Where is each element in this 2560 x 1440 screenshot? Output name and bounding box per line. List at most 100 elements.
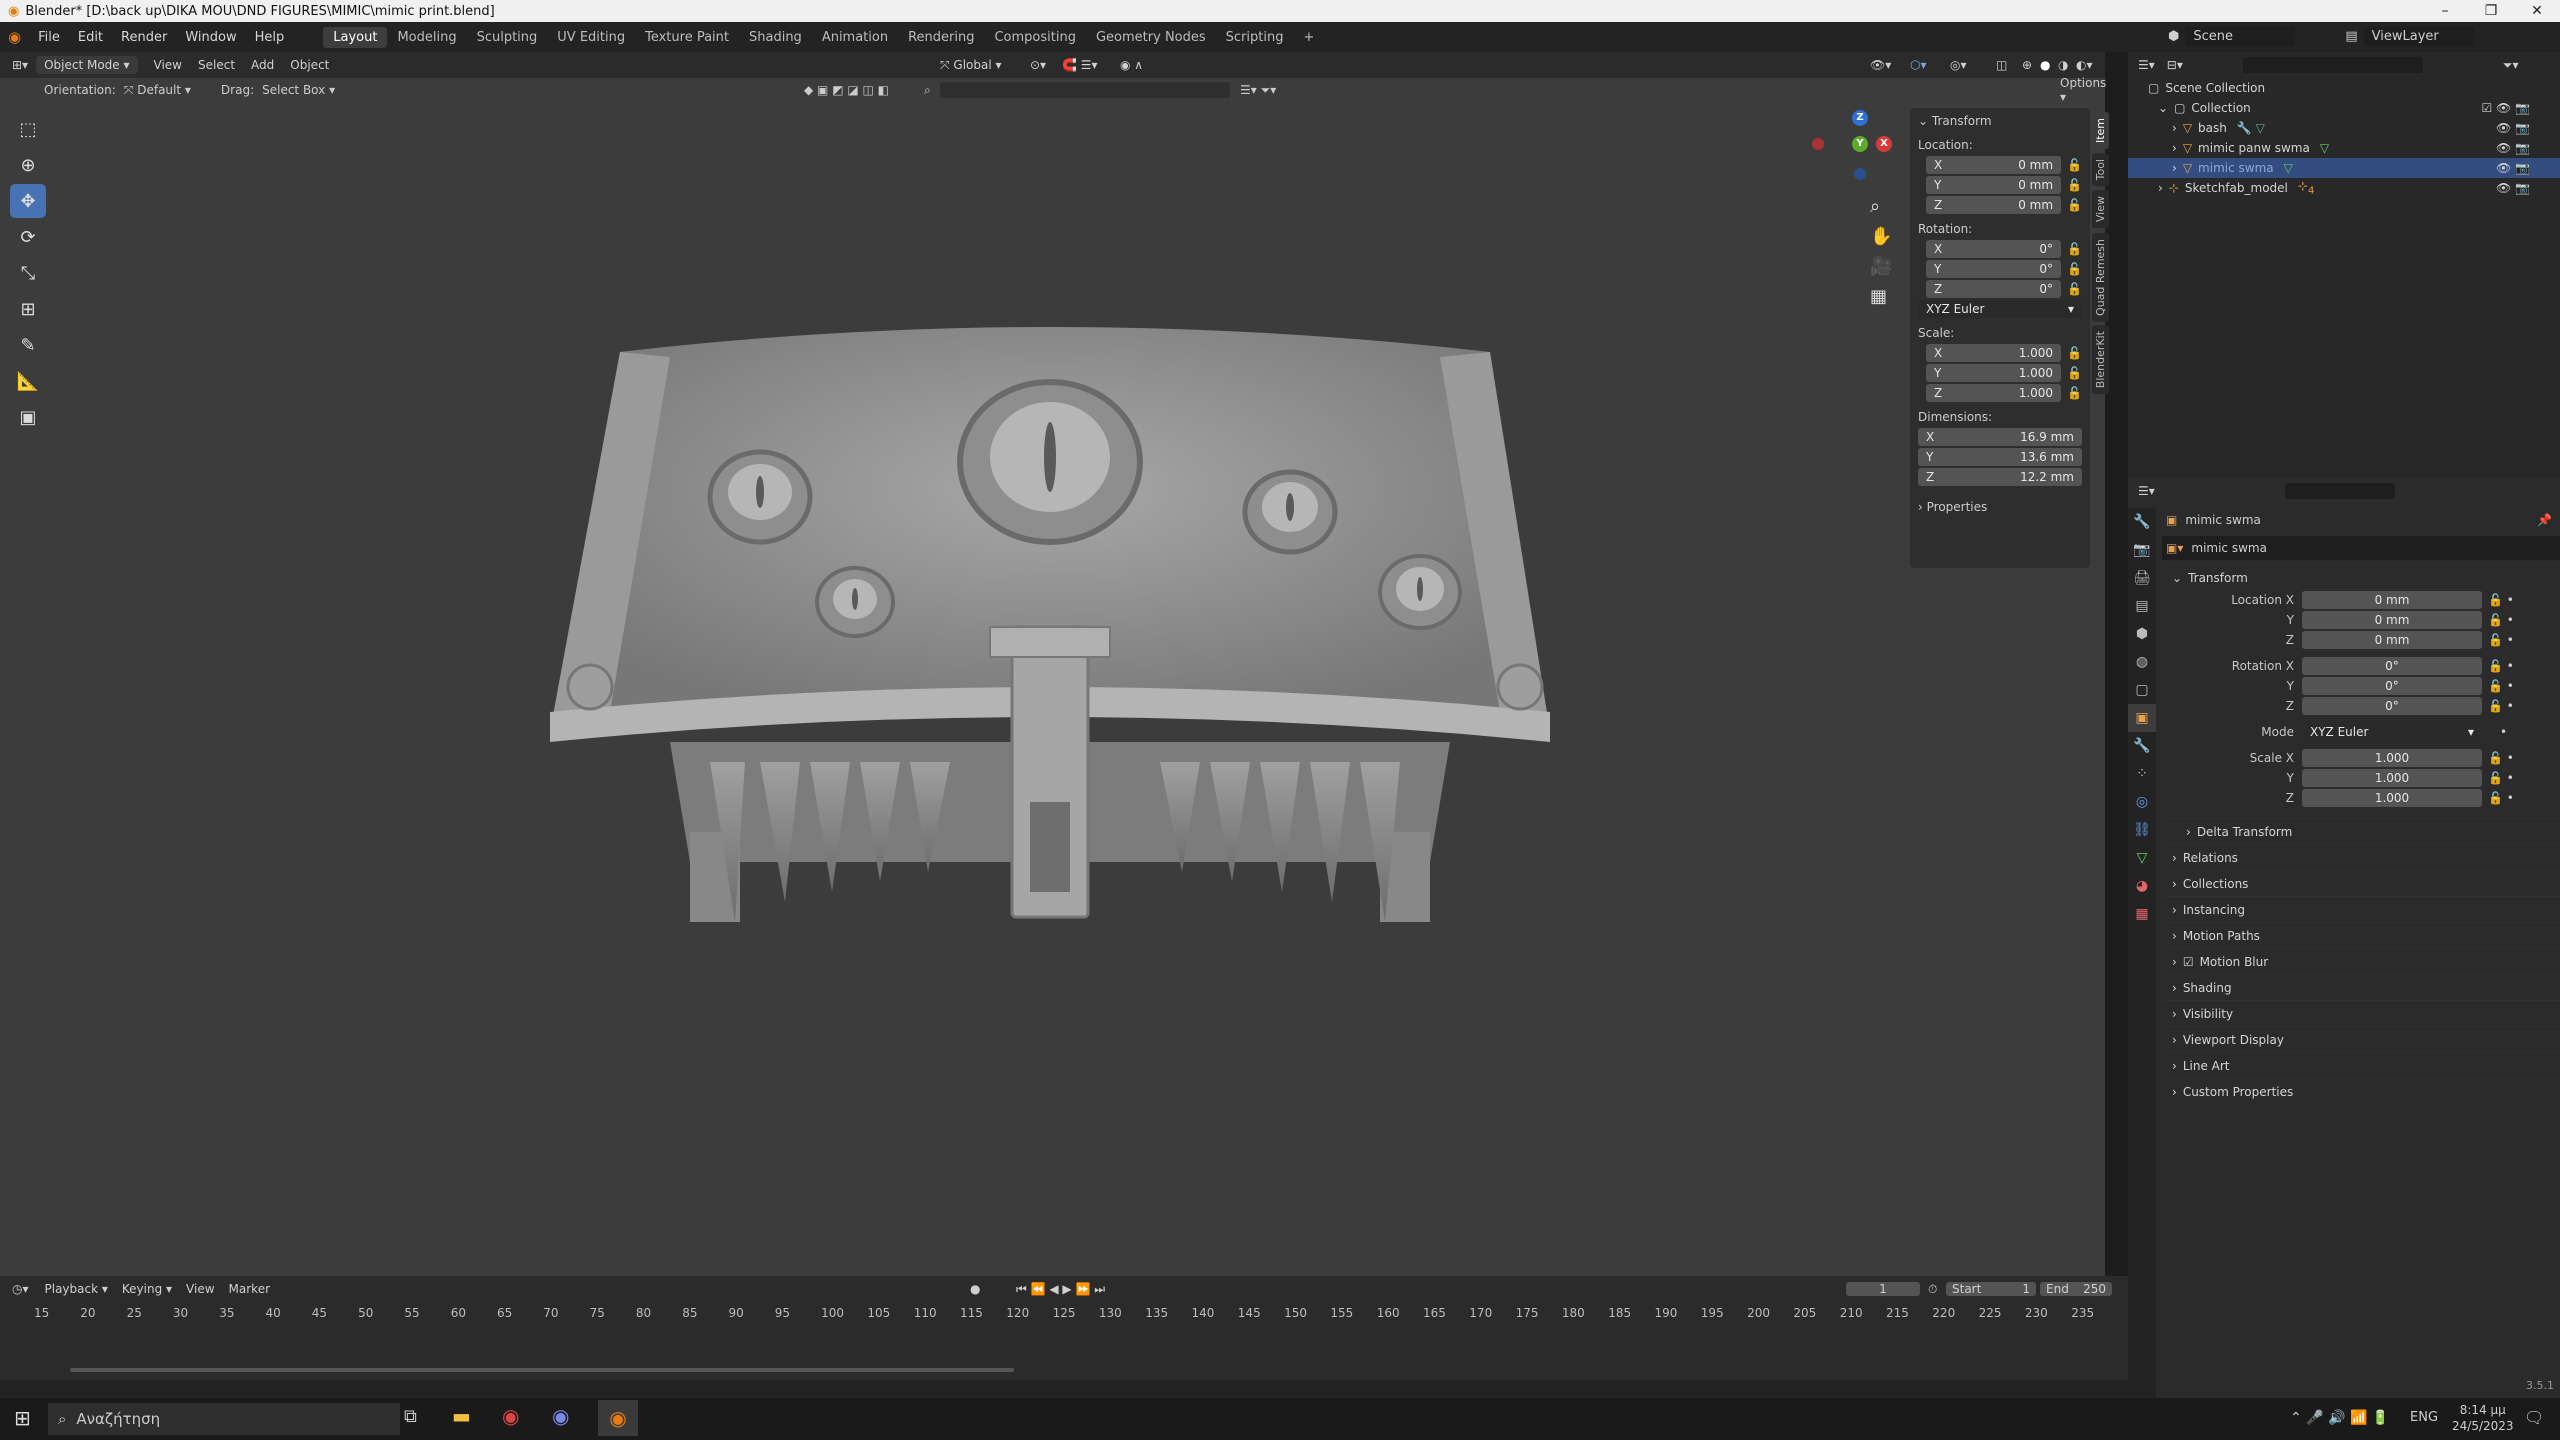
tab-texture-paint[interactable]: Texture Paint bbox=[635, 27, 739, 48]
menu-edit[interactable]: Edit bbox=[69, 30, 112, 45]
lock-icon[interactable]: 🔓 • bbox=[2488, 633, 2514, 647]
chrome-icon[interactable]: ◉ bbox=[502, 1404, 519, 1428]
custom-properties-header[interactable]: › Custom Properties bbox=[2162, 1078, 2560, 1104]
tree-row-sketchfab-model[interactable]: › ⊹ Sketchfab_model ⊹4 👁 📷 bbox=[2128, 178, 2560, 198]
close-button[interactable]: ✕ bbox=[2514, 0, 2560, 22]
lock-icon[interactable]: 🔓 • bbox=[2488, 593, 2514, 607]
menu-add[interactable]: Add bbox=[251, 58, 274, 72]
sidebar-tab-tool[interactable]: Tool bbox=[2092, 153, 2109, 187]
lock-icon[interactable]: 🔓 bbox=[2067, 158, 2082, 172]
motion-blur-header[interactable]: › ☑ Motion Blur bbox=[2162, 948, 2560, 974]
tab-geometry-nodes[interactable]: Geometry Nodes bbox=[1086, 27, 1216, 48]
location-x-field[interactable]: 0 mm bbox=[2302, 591, 2482, 609]
world-tab-icon[interactable]: ◍ bbox=[2128, 648, 2156, 676]
viewport-search-icon[interactable]: ⌕ bbox=[924, 83, 931, 98]
overlays-icon[interactable]: ◎▾ bbox=[1950, 58, 1967, 72]
scale-y-field[interactable]: 1.000 bbox=[2302, 769, 2482, 787]
delta-transform-header[interactable]: › Delta Transform bbox=[2162, 818, 2560, 844]
sidebar-tab-quad-remesh[interactable]: Quad Remesh bbox=[2092, 232, 2109, 322]
lock-icon[interactable]: 🔓 bbox=[2067, 346, 2082, 360]
rotate-tool-icon[interactable]: ⟳ bbox=[10, 220, 46, 254]
scene-name[interactable]: Scene bbox=[2185, 27, 2296, 46]
add-cube-tool-icon[interactable]: ▣ bbox=[10, 400, 46, 434]
rotation-x-field[interactable]: X 0° bbox=[1926, 240, 2062, 258]
system-tray-icons[interactable]: ⌃ 🎤 🔊 📶 🔋 bbox=[2290, 1410, 2389, 1426]
rotation-y-field[interactable]: 0° bbox=[2302, 677, 2482, 695]
annotate-tool-icon[interactable]: ✎ bbox=[10, 328, 46, 362]
tree-row-mimic-panw-swma[interactable]: › ▽ mimic panw swma ▽ 👁 📷 bbox=[2128, 138, 2560, 158]
rotation-mode-dropdown[interactable]: XYZ Euler ▾ bbox=[1918, 300, 2082, 318]
location-z-field[interactable]: 0 mm bbox=[2302, 631, 2482, 649]
notifications-icon[interactable]: 🗨 bbox=[2524, 1408, 2544, 1427]
viewport-display-header[interactable]: › Viewport Display bbox=[2162, 1026, 2560, 1052]
tab-rendering[interactable]: Rendering bbox=[898, 27, 984, 48]
lock-icon[interactable]: 🔓 • bbox=[2488, 613, 2514, 627]
visibility-icon[interactable]: 👁 📷 bbox=[2496, 141, 2530, 155]
rotation-z-field[interactable]: Z 0° bbox=[1926, 280, 2062, 298]
proportional-edit-icon[interactable]: ◉ ∧ bbox=[1120, 58, 1143, 72]
line-art-header[interactable]: › Line Art bbox=[2162, 1052, 2560, 1078]
tab-compositing[interactable]: Compositing bbox=[984, 27, 1086, 48]
menu-file[interactable]: File bbox=[29, 30, 69, 45]
ortho-grid-icon[interactable]: ▦ bbox=[1870, 282, 1892, 312]
dimensions-y-field[interactable]: Y 13.6 mm bbox=[1918, 448, 2082, 466]
shading-rendered-icon[interactable]: ◐▾ bbox=[2076, 58, 2093, 72]
visibility-icon[interactable]: 👁 📷 bbox=[2496, 121, 2530, 135]
lock-icon[interactable]: 🔓 • bbox=[2488, 791, 2514, 805]
clock[interactable]: 8:14 μμ 24/5/2023 bbox=[2452, 1402, 2514, 1434]
filter-icon[interactable]: ⏷▾ bbox=[2503, 58, 2519, 73]
scale-z-field[interactable]: Z 1.000 bbox=[1926, 384, 2062, 402]
gizmo-neg-x-icon[interactable] bbox=[1812, 138, 1824, 150]
view-layer-name[interactable]: ViewLayer bbox=[2363, 27, 2474, 46]
camera-view-icon[interactable]: 🎥 bbox=[1870, 252, 1892, 282]
expand-icon[interactable]: › bbox=[2158, 181, 2163, 195]
tree-row-bash[interactable]: › ▽ bash 🔧 ▽ 👁 📷 bbox=[2128, 118, 2560, 138]
filter-icon[interactable]: ☰▾ ⏷▾ bbox=[1240, 83, 1276, 98]
editor-type-icon[interactable]: ⊞▾ bbox=[12, 58, 28, 72]
zoom-icon[interactable]: ⌕ bbox=[1870, 192, 1892, 222]
properties-subpanel-header[interactable]: › Properties bbox=[1918, 500, 2082, 514]
lock-icon[interactable]: 🔓 bbox=[2067, 366, 2082, 380]
properties-editor-icon[interactable]: ☰▾ bbox=[2138, 484, 2155, 498]
tab-sculpting[interactable]: Sculpting bbox=[467, 27, 548, 48]
transform-orientation-dropdown[interactable]: ⤧ Global ▾ bbox=[940, 58, 1002, 73]
move-tool-icon[interactable]: ✥ bbox=[10, 184, 46, 218]
object-datablock-field[interactable]: ▣▾ mimic swma bbox=[2162, 536, 2560, 560]
rotation-mode-dropdown[interactable]: XYZ Euler ▾ bbox=[2302, 723, 2482, 741]
gizmo-y-icon[interactable]: Y bbox=[1852, 136, 1868, 152]
lock-icon[interactable]: 🔓 bbox=[2067, 262, 2082, 276]
mode-dropdown[interactable]: Object Mode ▾ bbox=[36, 56, 138, 74]
lock-icon[interactable]: 🔓 • bbox=[2488, 679, 2514, 693]
blender-taskbar-icon[interactable]: ◉ bbox=[598, 1400, 638, 1436]
scale-y-field[interactable]: Y 1.000 bbox=[1926, 364, 2062, 382]
shading-header[interactable]: › Shading bbox=[2162, 974, 2560, 1000]
rotation-z-field[interactable]: 0° bbox=[2302, 697, 2482, 715]
pan-hand-icon[interactable]: ✋ bbox=[1870, 222, 1892, 252]
scale-tool-icon[interactable]: ⤡ bbox=[10, 256, 46, 290]
relations-header[interactable]: › Relations bbox=[2162, 844, 2560, 870]
tab-modeling[interactable]: Modeling bbox=[387, 27, 466, 48]
lock-icon[interactable]: 🔓 bbox=[2067, 386, 2082, 400]
output-tab-icon[interactable]: 🖨 bbox=[2128, 564, 2156, 592]
menu-select[interactable]: Select bbox=[198, 58, 235, 72]
scene-tab-icon[interactable]: ⬢ bbox=[2128, 620, 2156, 648]
lock-icon[interactable]: 🔓 bbox=[2067, 282, 2082, 296]
outliner-editor-icon[interactable]: ☰▾ bbox=[2138, 58, 2155, 72]
tree-row-scene-collection[interactable]: ▢ Scene Collection bbox=[2128, 78, 2560, 98]
texture-tab-icon[interactable]: ▦ bbox=[2128, 900, 2156, 928]
scale-z-field[interactable]: 1.000 bbox=[2302, 789, 2482, 807]
motion-blur-checkbox[interactable]: ☑ bbox=[2183, 955, 2194, 969]
expand-icon[interactable]: › bbox=[2172, 121, 2177, 135]
lock-icon[interactable]: 🔓 bbox=[2067, 198, 2082, 212]
transform-header[interactable]: ⌄ Transform bbox=[1918, 114, 2082, 128]
dimensions-z-field[interactable]: Z 12.2 mm bbox=[1918, 468, 2082, 486]
expand-icon[interactable]: › bbox=[2172, 161, 2177, 175]
rotation-y-field[interactable]: Y 0° bbox=[1926, 260, 2062, 278]
timeline-scrollbar[interactable] bbox=[70, 1368, 1014, 1372]
modifiers-tab-icon[interactable]: 🔧 bbox=[2128, 732, 2156, 760]
blender-menu-icon[interactable]: ◉ bbox=[0, 28, 29, 46]
lock-icon[interactable]: 🔓 bbox=[2067, 242, 2082, 256]
select-box-tool-icon[interactable]: ⬚ bbox=[10, 112, 46, 146]
snap-icon[interactable]: 🧲 ☰▾ bbox=[1062, 58, 1098, 72]
lock-icon[interactable]: 🔓 • bbox=[2488, 771, 2514, 785]
